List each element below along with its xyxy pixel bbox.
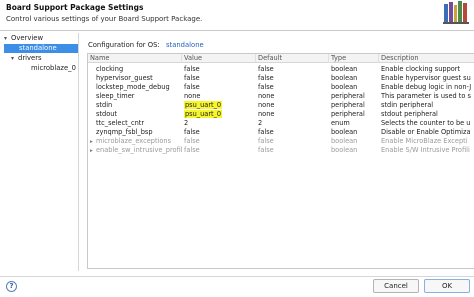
table-row[interactable]: ▸enable_sw_intrusive_profiling false fal… xyxy=(88,146,474,155)
cell-description: Enable MicroBlaze Excepti xyxy=(381,137,468,145)
cell-name: hypervisor_guest xyxy=(96,74,153,82)
table-row[interactable]: ▸ microblaze_exceptions false false boole… xyxy=(88,137,474,146)
table-row[interactable]: stdin psu_uart_0 none peripheral stdin p… xyxy=(88,101,474,110)
column-header-description[interactable]: Description xyxy=(379,54,474,63)
cell-name: ▸ microblaze_exceptions xyxy=(88,137,182,146)
cancel-button[interactable]: Cancel xyxy=(373,279,419,293)
cell-description: Enable S/W Intrusive Profili xyxy=(381,146,470,154)
table-row[interactable]: zynqmp_fsbl_bsp false false boolean Disa… xyxy=(88,128,474,137)
tree-item-label: standalone xyxy=(19,44,57,52)
cell-type: boolean xyxy=(331,65,358,73)
column-header-default[interactable]: Default xyxy=(256,54,329,63)
highlighted-value: psu_uart_0 xyxy=(184,101,223,109)
cell-value[interactable]: psu_uart_0 xyxy=(182,101,256,110)
cell-default: none xyxy=(258,110,275,118)
cell-description: Enable clocking support xyxy=(381,65,461,73)
table-row[interactable]: ttc_select_cntr 2 2 enum Selects the cou… xyxy=(88,119,474,128)
cell-name: sleep_timer xyxy=(96,92,135,100)
ok-button[interactable]: OK xyxy=(424,279,470,293)
cell-type: enum xyxy=(331,119,350,127)
cell-value[interactable]: psu_uart_0 xyxy=(182,110,256,119)
cell-description: Enable debug logic in non-J xyxy=(381,83,472,91)
cell-name: ▸enable_sw_intrusive_profiling xyxy=(88,146,182,155)
cell-type: peripheral xyxy=(331,92,365,100)
config-os-value: standalone xyxy=(166,41,204,49)
table-row[interactable]: hypervisor_guest false false boolean Ena… xyxy=(88,74,474,83)
cell-default: false xyxy=(258,137,274,145)
table-row[interactable]: stdout psu_uart_0 none peripheral stdout… xyxy=(88,110,474,119)
cell-value[interactable]: false xyxy=(182,146,256,155)
cell-value[interactable]: false xyxy=(182,137,256,146)
settings-table: Name Value Default Type Description cloc… xyxy=(87,53,474,269)
tree-item-label: drivers xyxy=(18,54,42,62)
help-icon[interactable]: ? xyxy=(6,281,17,292)
cell-name-text: enable_sw_intrusive_profiling xyxy=(96,146,182,154)
cell-description: Selects the counter to be u xyxy=(381,119,471,127)
table-row[interactable]: clocking false false boolean Enable cloc… xyxy=(88,65,474,74)
cell-description: This parameter is used to s xyxy=(381,92,471,100)
cell-value[interactable]: 2 xyxy=(182,119,256,128)
cell-description: Disable or Enable Optimiza xyxy=(381,128,471,136)
cell-value[interactable]: false xyxy=(182,83,256,92)
cell-type: boolean xyxy=(331,128,358,136)
cell-type: boolean xyxy=(331,146,358,154)
cell-type: peripheral xyxy=(331,110,365,118)
tree-item-standalone[interactable]: standalone xyxy=(4,44,78,53)
dialog-subtitle: Control various settings of your Board S… xyxy=(6,15,203,23)
tree-item-label: microblaze_0 xyxy=(31,64,76,72)
settings-panel: Configuration for OS: standalone Name Va… xyxy=(82,33,474,271)
cell-description: stdin peripheral xyxy=(381,101,434,109)
config-os-label: Configuration for OS: xyxy=(88,41,160,49)
cell-name-text: microblaze_exceptions xyxy=(96,137,172,145)
cell-name: stdout xyxy=(96,110,118,118)
tree-item-label: Overview xyxy=(11,34,43,42)
cell-name: ttc_select_cntr xyxy=(96,119,145,127)
settings-tree[interactable]: ▾ Overview standalone ▾ drivers microblaze… xyxy=(2,33,79,271)
dialog-title: Board Support Package Settings xyxy=(6,3,144,12)
tree-item-microblaze[interactable]: microblaze_0 xyxy=(31,64,78,73)
dialog-header: Board Support Package Settings Control v… xyxy=(0,0,474,30)
cell-name: stdin xyxy=(96,101,113,109)
cell-name: lockstep_mode_debug xyxy=(96,83,170,91)
tree-item-overview[interactable]: ▾ Overview xyxy=(4,34,78,43)
cell-value[interactable]: false xyxy=(182,74,256,83)
cell-default: false xyxy=(258,74,274,82)
column-header-type[interactable]: Type xyxy=(329,54,379,63)
cell-type: boolean xyxy=(331,137,358,145)
tree-item-drivers[interactable]: ▾ drivers xyxy=(11,54,78,63)
column-header-value[interactable]: Value xyxy=(182,54,256,63)
cell-type: boolean xyxy=(331,74,358,82)
chevron-down-icon[interactable]: ▾ xyxy=(11,54,18,63)
cell-value[interactable]: false xyxy=(182,65,256,74)
cell-description: stdout peripheral xyxy=(381,110,438,118)
cell-value[interactable]: none xyxy=(182,92,256,101)
table-row[interactable]: lockstep_mode_debug false false boolean … xyxy=(88,83,474,92)
cell-type: peripheral xyxy=(331,101,365,109)
cell-default: false xyxy=(258,65,274,73)
cell-value[interactable]: false xyxy=(182,128,256,137)
cell-default: 2 xyxy=(258,119,263,127)
table-header: Name Value Default Type Description xyxy=(88,54,474,63)
cell-type: boolean xyxy=(331,83,358,91)
table-row[interactable]: sleep_timer none none peripheral This pa… xyxy=(88,92,474,101)
cell-default: false xyxy=(258,128,274,136)
header-divider xyxy=(0,30,474,31)
cell-name: clocking xyxy=(96,65,124,73)
chevron-down-icon[interactable]: ▾ xyxy=(4,34,11,43)
cell-default: false xyxy=(258,146,274,154)
cell-description: Enable hypervisor guest su xyxy=(381,74,471,82)
highlighted-value: psu_uart_0 xyxy=(184,110,223,118)
cell-default: none xyxy=(258,92,275,100)
cell-default: none xyxy=(258,101,275,109)
cell-name: zynqmp_fsbl_bsp xyxy=(96,128,153,136)
cell-default: false xyxy=(258,83,274,91)
footer-divider xyxy=(0,276,474,277)
books-stack-icon xyxy=(442,0,470,24)
column-header-name[interactable]: Name xyxy=(88,54,182,63)
